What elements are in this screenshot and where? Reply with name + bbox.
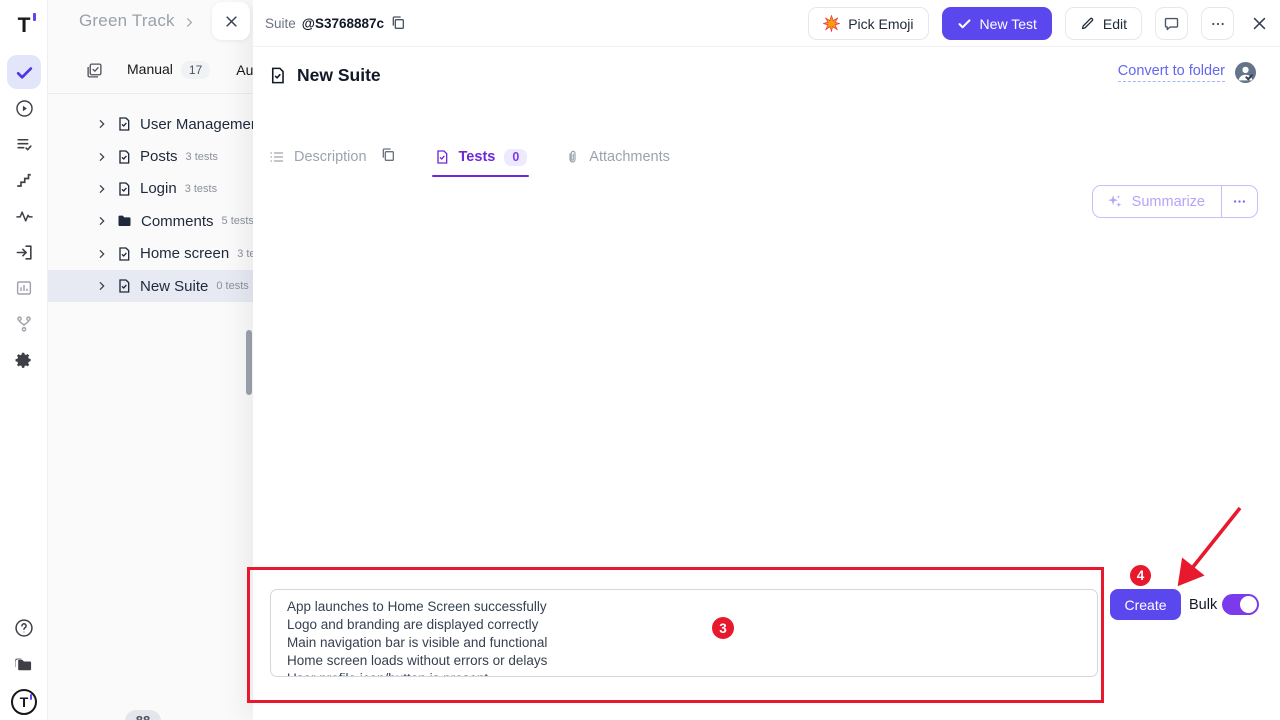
folder-icon — [116, 213, 133, 229]
check-icon — [15, 63, 34, 82]
stairs-icon — [15, 171, 33, 189]
left-icon-rail: T — [0, 0, 48, 720]
close-panel-button[interactable] — [1251, 15, 1268, 32]
tab-description[interactable]: Description — [268, 138, 396, 176]
manual-count-badge: 17 — [181, 61, 210, 79]
play-circle-icon — [15, 99, 34, 118]
question-circle-icon — [14, 618, 34, 638]
person-check-icon — [1235, 62, 1256, 83]
tests-doc-icon — [434, 149, 450, 165]
sparkles-icon — [1106, 193, 1123, 210]
chevron-right-icon — [97, 184, 107, 194]
chevron-right-icon — [97, 249, 107, 259]
nav-settings-icon[interactable] — [0, 343, 48, 377]
nav-branches-icon[interactable] — [0, 307, 48, 341]
bulk-toggle-label: Bulk — [1189, 597, 1217, 613]
nav-tests-icon[interactable] — [7, 55, 41, 89]
nav-reports-icon[interactable] — [0, 271, 48, 305]
comment-icon — [1163, 15, 1180, 32]
toggle-knob — [1240, 596, 1257, 613]
nav-steps-icon[interactable] — [0, 163, 48, 197]
suite-toolbar: Suite @S3768887c Pick Emoji New Test Edi… — [253, 0, 1280, 47]
suite-doc-icon — [116, 246, 132, 262]
chevron-right-icon — [97, 216, 107, 226]
suites-tree-panel: Green Track Manual17 Automated User Mana… — [48, 0, 255, 720]
app-logo[interactable]: T — [0, 8, 48, 42]
convert-to-folder-link[interactable]: Convert to folder — [1118, 63, 1225, 82]
nav-plans-icon[interactable] — [0, 127, 48, 161]
suite-doc-icon — [268, 66, 287, 85]
suite-header: New Suite Convert to folder — [253, 47, 1280, 103]
chevron-right-icon — [97, 119, 107, 129]
branch-icon — [15, 315, 33, 333]
collision-emoji-icon — [823, 15, 840, 32]
header-right: Convert to folder — [1118, 62, 1256, 83]
annotation-rectangle — [247, 567, 1104, 703]
nav-runs-icon[interactable] — [0, 91, 48, 125]
chevron-right-icon — [184, 17, 195, 28]
copy-description-button[interactable] — [380, 147, 396, 167]
tab-attachments[interactable]: Attachments — [565, 138, 670, 176]
summarize-split-button: Summarize — [1092, 185, 1258, 218]
tab-tests[interactable]: Tests 0 — [434, 138, 528, 176]
ellipsis-icon — [1210, 16, 1226, 32]
bar-chart-icon — [15, 279, 33, 297]
chevron-right-icon — [97, 281, 107, 291]
copy-icon — [390, 15, 406, 31]
logo-t-icon: T — [18, 15, 31, 36]
tab-manual[interactable]: Manual17 — [127, 61, 210, 79]
edit-button[interactable]: Edit — [1065, 7, 1142, 40]
nav-import-icon[interactable] — [0, 235, 48, 269]
t-circle-icon: T — [11, 689, 37, 715]
suite-doc-icon — [116, 181, 132, 197]
project-name[interactable]: Green Track — [79, 11, 175, 31]
description-list-icon — [268, 149, 285, 165]
folder-stack-icon — [14, 654, 34, 674]
suite-title: New Suite — [297, 65, 381, 86]
pick-emoji-button[interactable]: Pick Emoji — [808, 7, 928, 40]
more-options-button[interactable] — [1201, 7, 1234, 40]
nav-analytics-icon[interactable] — [0, 199, 48, 233]
annotation-arrow — [1155, 498, 1255, 598]
list-check-icon — [15, 135, 34, 154]
toolbar-actions: Pick Emoji New Test Edit — [808, 7, 1268, 40]
shortcut-badge: 88 — [125, 710, 161, 720]
suite-id: @S3768887c — [302, 16, 384, 31]
about-testomat-icon[interactable]: T — [0, 685, 48, 719]
tests-count-badge: 0 — [504, 149, 527, 166]
suite-doc-icon — [116, 149, 132, 165]
check-icon — [957, 16, 972, 31]
suite-doc-icon — [116, 116, 132, 132]
suite-tabs: Description Tests 0 Attachments — [268, 138, 670, 176]
comments-button[interactable] — [1155, 7, 1188, 40]
projects-icon[interactable] — [0, 647, 48, 681]
ellipsis-icon — [1232, 194, 1247, 209]
panel-close-button[interactable] — [212, 2, 250, 40]
suite-doc-icon — [116, 278, 132, 294]
annotation-step-3-badge: 3 — [712, 617, 734, 639]
suite-label: Suite — [265, 16, 296, 31]
copy-suite-id-button[interactable] — [390, 15, 406, 31]
summarize-more-button[interactable] — [1221, 186, 1257, 217]
copy-icon — [380, 147, 396, 163]
new-test-button[interactable]: New Test — [942, 7, 1052, 40]
gear-icon — [14, 350, 34, 370]
chevron-right-icon — [97, 152, 107, 162]
paperclip-icon — [565, 149, 580, 165]
scrollbar-thumb[interactable] — [246, 330, 252, 395]
annotation-step-4-badge: 4 — [1130, 565, 1151, 586]
summarize-button[interactable]: Summarize — [1093, 186, 1221, 217]
suite-title-wrap: New Suite — [268, 65, 381, 86]
close-icon — [1251, 15, 1268, 32]
pulse-icon — [15, 207, 34, 226]
suite-reference: Suite @S3768887c — [265, 15, 406, 31]
checkbox-multiple-icon — [86, 62, 103, 79]
app-root: T — [0, 0, 1280, 720]
help-icon[interactable] — [0, 611, 48, 645]
avatar[interactable] — [1235, 62, 1256, 83]
pencil-icon — [1080, 16, 1095, 31]
close-icon — [224, 14, 239, 29]
import-icon — [15, 243, 34, 262]
